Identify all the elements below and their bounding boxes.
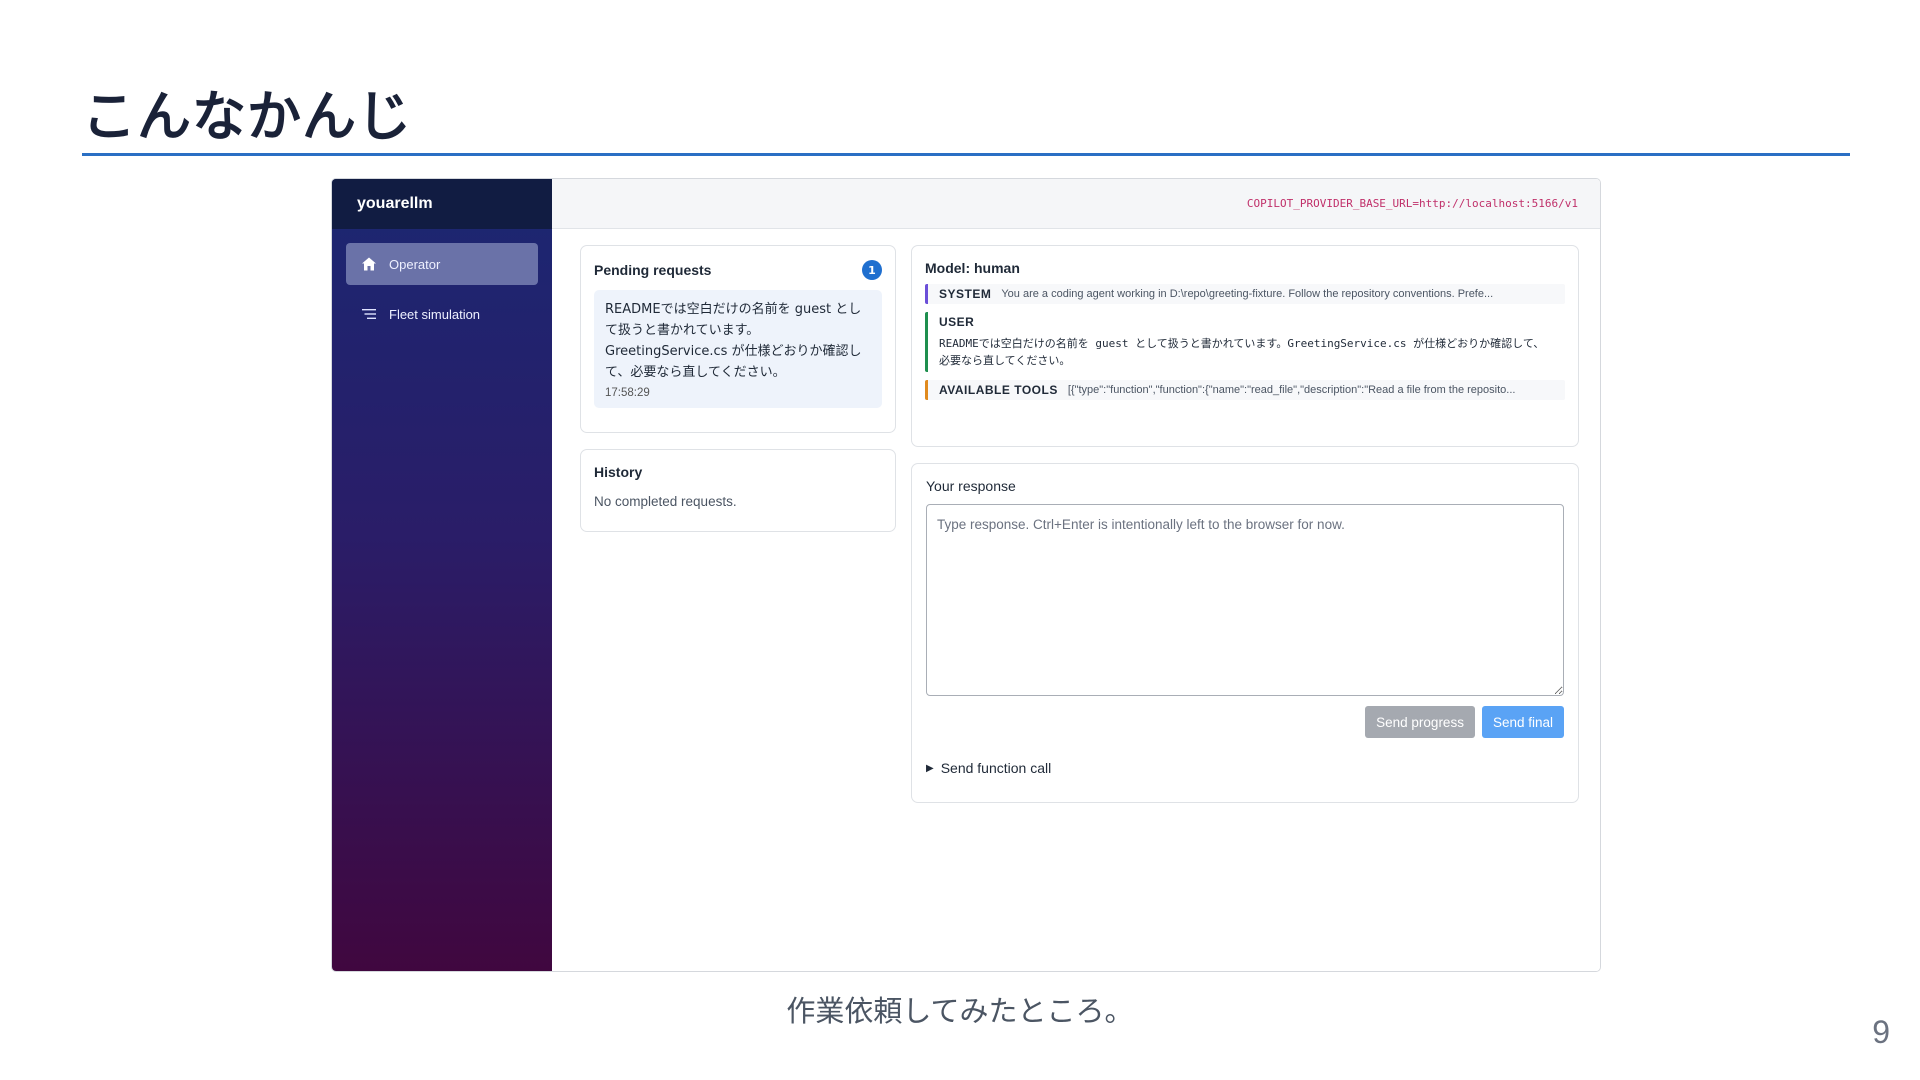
slide-title: こんなかんじ xyxy=(82,85,412,148)
system-message-preview: You are a coding agent working in D:\rep… xyxy=(1001,288,1494,300)
pending-count-badge: 1 xyxy=(862,260,882,280)
app-window: youarellm Operator Fleet simulation COPI… xyxy=(331,178,1601,972)
response-input[interactable] xyxy=(926,504,1564,696)
tools-preview: [{"type":"function","function":{"name":"… xyxy=(1067,384,1516,396)
model-card: Model: human SYSTEM You are a coding age… xyxy=(911,245,1579,447)
title-rule xyxy=(82,153,1850,156)
pending-requests-title: Pending requests xyxy=(594,262,712,278)
sidebar: youarellm Operator Fleet simulation xyxy=(332,179,552,971)
env-variable-text: COPILOT_PROVIDER_BASE_URL=http://localho… xyxy=(1246,197,1578,210)
tools-role-label: AVAILABLE TOOLS xyxy=(939,383,1058,397)
request-text: READMEでは空白だけの名前を guest として扱うと書かれています。Gre… xyxy=(605,302,862,380)
history-empty-text: No completed requests. xyxy=(594,494,737,509)
user-message-text: READMEでは空白だけの名前を guest として扱うと書かれています。Gre… xyxy=(939,337,1545,367)
sidebar-nav: Operator Fleet simulation xyxy=(332,229,552,335)
model-title: Model: human xyxy=(925,260,1020,276)
send-function-call-label: Send function call xyxy=(940,760,1052,776)
available-tools-message[interactable]: AVAILABLE TOOLS [{"type":"function","fun… xyxy=(925,380,1565,400)
send-function-call-toggle[interactable]: ▶ Send function call xyxy=(926,760,1564,776)
home-icon xyxy=(360,255,378,273)
top-bar: COPILOT_PROVIDER_BASE_URL=http://localho… xyxy=(552,179,1600,229)
sidebar-item-fleet-simulation[interactable]: Fleet simulation xyxy=(346,293,538,335)
sidebar-item-label: Fleet simulation xyxy=(389,306,481,322)
request-timestamp: 17:58:29 xyxy=(605,387,650,399)
sidebar-item-label: Operator xyxy=(389,256,441,272)
slide-caption: 作業依頼してみたところ。 xyxy=(786,994,1134,1028)
send-final-button[interactable]: Send final xyxy=(1481,706,1564,738)
system-message[interactable]: SYSTEM You are a coding agent working in… xyxy=(925,284,1565,304)
sidebar-item-operator[interactable]: Operator xyxy=(346,243,538,285)
response-card: Your response Send progress Send final ▶… xyxy=(911,463,1579,803)
history-title: History xyxy=(594,464,643,480)
pending-requests-card: Pending requests 1 READMEでは空白だけの名前を gues… xyxy=(580,245,896,433)
response-actions: Send progress Send final xyxy=(926,706,1564,738)
history-card: History No completed requests. xyxy=(580,449,896,532)
pending-request-item[interactable]: READMEでは空白だけの名前を guest として扱うと書かれています。Gre… xyxy=(594,290,882,408)
page-number: 9 xyxy=(1872,1014,1890,1050)
user-message: USER READMEでは空白だけの名前を guest として扱うと書かれていま… xyxy=(925,312,1565,372)
response-label: Your response xyxy=(926,478,1016,494)
system-role-label: SYSTEM xyxy=(939,287,992,301)
list-icon xyxy=(360,305,378,323)
triangle-right-icon: ▶ xyxy=(926,762,934,774)
send-progress-button[interactable]: Send progress xyxy=(1365,706,1475,738)
brand-name: youarellm xyxy=(332,179,552,229)
main-panel: COPILOT_PROVIDER_BASE_URL=http://localho… xyxy=(552,179,1600,971)
user-role-label: USER xyxy=(939,315,975,329)
